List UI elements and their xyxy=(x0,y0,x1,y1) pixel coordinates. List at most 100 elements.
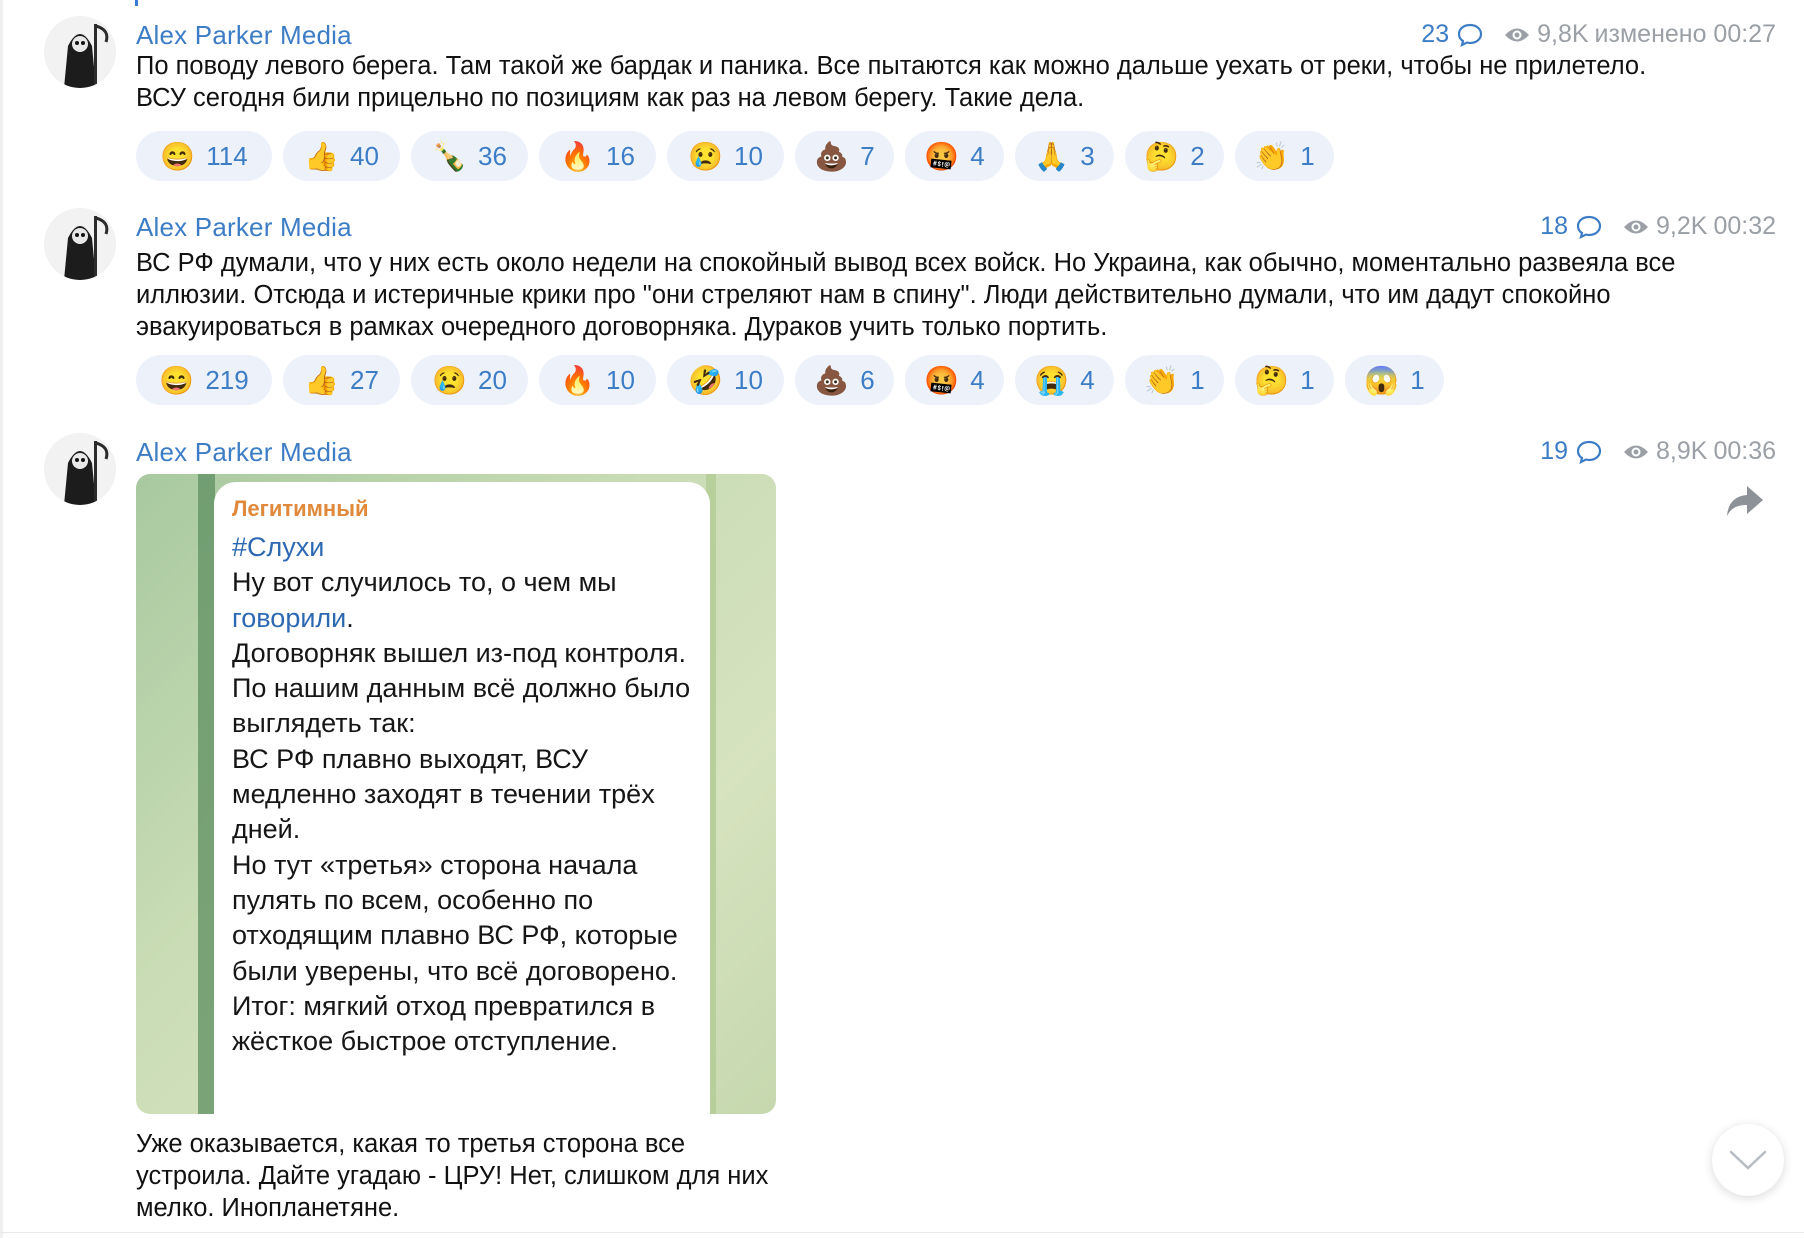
reaction-count: 6 xyxy=(860,364,875,395)
forwarded-text: . xyxy=(346,602,354,633)
sobbing-emoji-icon: 😭 xyxy=(1034,364,1070,396)
reaction-button[interactable]: 👏 1 xyxy=(1235,131,1334,181)
reaction-button[interactable]: 👍 40 xyxy=(283,131,400,181)
comments-link[interactable]: 18 xyxy=(1540,212,1602,241)
thinking-emoji-icon: 🤔 xyxy=(1144,140,1180,172)
reaction-count: 4 xyxy=(970,364,985,395)
reaction-count: 7 xyxy=(860,140,875,171)
channel-avatar[interactable] xyxy=(44,16,116,88)
reactions: 😄 219 👍 27 😢 20 🔥 10 🤣 10 💩 6 🤬 4 😭 4 👏 1 🤔 1 😱 1 xyxy=(136,355,1444,405)
message-caption: Уже оказывается, какая то третья сторона… xyxy=(136,1130,769,1222)
top-accent xyxy=(135,0,138,6)
reaction-button[interactable]: 👏 1 xyxy=(1125,355,1224,405)
reaction-count: 1 xyxy=(1190,364,1205,395)
thinking-emoji-icon: 🤔 xyxy=(1254,364,1290,396)
reaction-button[interactable]: 🍾 36 xyxy=(411,131,528,181)
channel-avatar[interactable] xyxy=(44,208,116,280)
forwarded-text: Ну вот случилось то, о чем мы xyxy=(232,567,617,598)
views-count: 9,8K xyxy=(1537,20,1589,48)
reaction-count: 10 xyxy=(606,364,635,395)
eye-icon xyxy=(1624,220,1648,233)
reaction-button[interactable]: 🙏 3 xyxy=(1015,131,1114,181)
reaction-count: 40 xyxy=(350,140,379,171)
reaction-count: 36 xyxy=(478,140,507,171)
views: 9,8K xyxy=(1503,20,1589,49)
message-text: ВС РФ думали, что у них есть около недел… xyxy=(136,249,1676,341)
comments-count: 18 xyxy=(1540,212,1568,240)
share-arrow-icon[interactable] xyxy=(1725,484,1765,518)
cursing-emoji-icon: 🤬 xyxy=(924,364,960,396)
crying-emoji-icon: 😢 xyxy=(432,364,467,396)
views-count: 9,2K xyxy=(1656,212,1708,240)
inline-link: говорили xyxy=(232,602,347,633)
reaction-button[interactable]: 👍 27 xyxy=(283,355,400,405)
reaction-button[interactable]: 😢 20 xyxy=(411,355,528,405)
comment-bubble-icon xyxy=(1458,23,1483,47)
reaction-button[interactable]: 💩 7 xyxy=(795,131,894,181)
reaction-count: 3 xyxy=(1080,140,1095,171)
pray-emoji-icon: 🙏 xyxy=(1034,140,1070,172)
comments-link[interactable]: 19 xyxy=(1540,437,1602,466)
reaction-button[interactable]: 😢 10 xyxy=(667,131,784,181)
reaction-button[interactable]: 😄 219 xyxy=(136,355,272,405)
comments-count: 23 xyxy=(1421,20,1450,48)
message-meta: 19 8,9K 00:36 xyxy=(1540,437,1776,466)
avatar-image xyxy=(44,16,116,88)
scroll-down-button[interactable] xyxy=(1712,1124,1784,1196)
reaction-count: 10 xyxy=(734,364,763,395)
reaction-button[interactable]: 😱 1 xyxy=(1345,355,1444,405)
channel-avatar[interactable] xyxy=(44,433,116,505)
reaction-count: 219 xyxy=(205,364,249,395)
reaction-count: 4 xyxy=(970,140,985,171)
forwarded-line: Ну вот случилось то, о чем мы говорили. xyxy=(232,565,702,636)
fire-emoji-icon: 🔥 xyxy=(560,364,595,396)
reaction-button[interactable]: 💩 6 xyxy=(795,355,894,405)
reaction-button[interactable]: 🤬 4 xyxy=(905,355,1004,405)
eye-icon xyxy=(1624,445,1648,458)
comments-count: 19 xyxy=(1540,437,1568,465)
grin-emoji-icon: 😄 xyxy=(160,140,196,172)
forwarded-body: Договорняк вышел из-под контроля. По наш… xyxy=(232,637,691,1057)
reaction-button[interactable]: 🤣 10 xyxy=(667,355,784,405)
reaction-button[interactable]: 🔥 16 xyxy=(539,131,656,181)
champagne-emoji-icon: 🍾 xyxy=(432,140,467,172)
reaction-button[interactable]: 🤔 1 xyxy=(1235,355,1334,405)
crying-emoji-icon: 😢 xyxy=(688,140,723,172)
reaction-button[interactable]: 😭 4 xyxy=(1015,355,1114,405)
comments-link[interactable]: 23 xyxy=(1421,20,1483,49)
forwarded-message-bubble: Легитимный #Слухи Ну вот случилось то, о… xyxy=(214,482,710,1114)
rofl-emoji-icon: 🤣 xyxy=(688,364,723,396)
reactions: 😄 114 👍 40 🍾 36 🔥 16 😢 10 💩 7 🤬 4 🙏 3 🤔 2 👏 1 xyxy=(136,131,1334,181)
message-time: 00:36 xyxy=(1713,437,1776,465)
forwarded-message-text: #Слухи Ну вот случилось то, о чем мы гов… xyxy=(232,530,702,1059)
reaction-count: 2 xyxy=(1190,140,1205,171)
message-meta: 18 9,2K 00:32 xyxy=(1540,212,1776,241)
clap-emoji-icon: 👏 xyxy=(1144,364,1180,396)
photo-background-strip xyxy=(198,474,215,1114)
sender-name[interactable]: Alex Parker Media xyxy=(136,212,352,243)
views: 8,9K xyxy=(1622,437,1707,466)
poop-emoji-icon: 💩 xyxy=(814,140,850,172)
scream-emoji-icon: 😱 xyxy=(1364,364,1400,396)
comment-bubble-icon xyxy=(1576,215,1602,239)
message-photo[interactable]: Легитимный #Слухи Ну вот случилось то, о… xyxy=(136,474,776,1114)
reaction-count: 4 xyxy=(1080,364,1095,395)
reaction-count: 1 xyxy=(1300,140,1315,171)
hashtag-link: #Слухи xyxy=(232,532,325,562)
reaction-count: 1 xyxy=(1300,364,1315,395)
reaction-button[interactable]: 🤬 4 xyxy=(905,131,1004,181)
bottom-divider xyxy=(0,1232,1804,1233)
reaction-button[interactable]: 🤔 2 xyxy=(1125,131,1224,181)
reaction-button[interactable]: 🔥 10 xyxy=(539,355,656,405)
fire-emoji-icon: 🔥 xyxy=(560,140,595,172)
reaction-count: 1 xyxy=(1410,364,1425,395)
avatar-image xyxy=(44,208,116,280)
poop-emoji-icon: 💩 xyxy=(814,364,850,396)
eye-icon xyxy=(1505,28,1530,41)
reaction-button[interactable]: 😄 114 xyxy=(136,131,272,181)
reaction-count: 20 xyxy=(478,364,507,395)
thumbs-up-emoji-icon: 👍 xyxy=(304,364,339,396)
grin-emoji-icon: 😄 xyxy=(159,364,195,396)
sender-name[interactable]: Alex Parker Media xyxy=(136,437,352,468)
sender-name[interactable]: Alex Parker Media xyxy=(136,20,352,51)
